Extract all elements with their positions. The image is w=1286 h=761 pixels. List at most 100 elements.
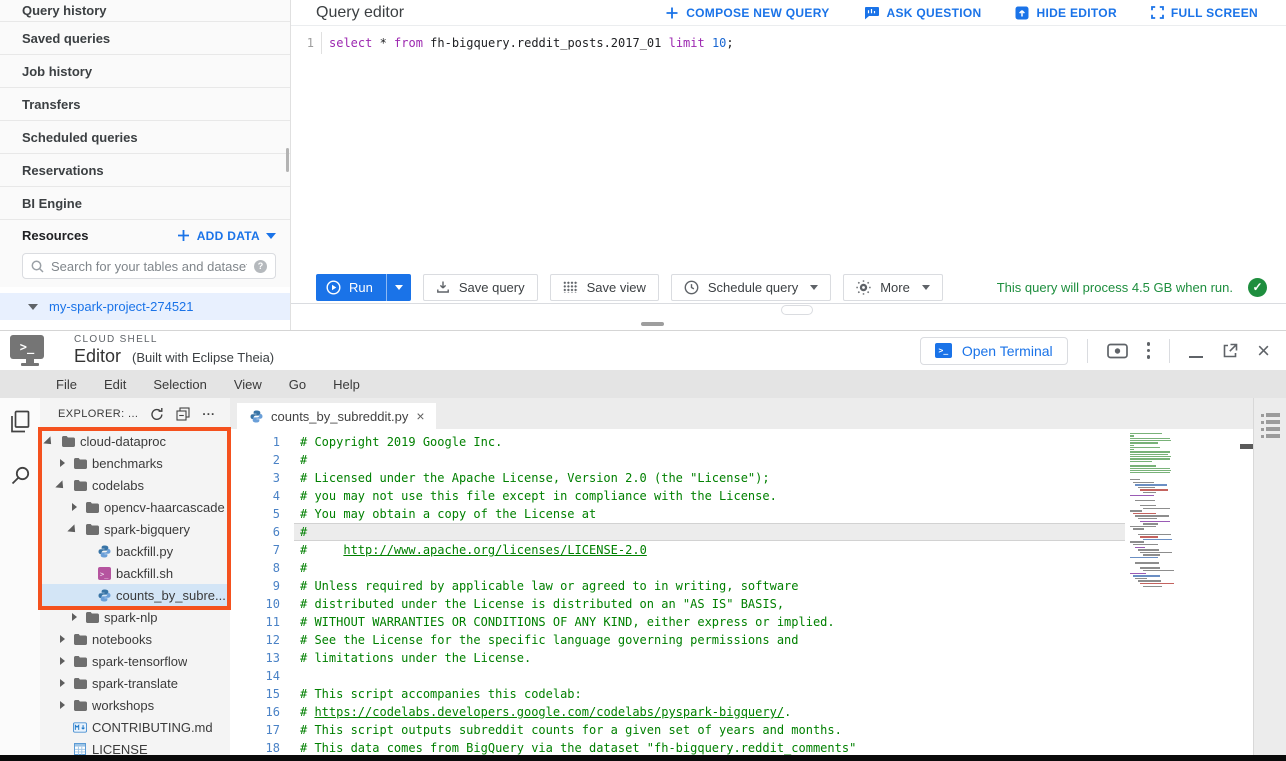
more-actions-icon[interactable]: ... [202,404,215,418]
sidebar-item[interactable]: Saved queries [0,22,290,55]
files-icon[interactable] [9,410,31,439]
code-line[interactable]: 2 # [230,451,1253,469]
code-link[interactable]: https://codelabs.developers.google.com/c… [314,705,784,719]
sidebar-item[interactable]: Transfers [0,88,290,121]
tree-arrow-icon[interactable] [58,722,68,733]
sidebar-item[interactable]: Scheduled queries [0,121,290,154]
editor-scrollbar-thumb[interactable] [1240,444,1253,449]
code-line[interactable]: 5 # You may obtain a copy of the License… [230,505,1253,523]
code-area[interactable]: 1 # Copyright 2019 Google Inc. 2 # 3 # L… [230,429,1253,756]
panel-drag-handle[interactable] [781,305,813,315]
tree-item[interactable]: spark-bigquery [40,518,230,540]
tree-item[interactable]: workshops [40,694,230,716]
tree-item[interactable]: codelabs [40,474,230,496]
tree-item[interactable]: counts_by_subre... [40,584,230,606]
help-icon[interactable]: ? [254,260,267,273]
splitter-drag-handle[interactable] [641,322,664,326]
minimap[interactable] [1128,433,1174,603]
tree-arrow-icon[interactable] [70,612,80,623]
code-line[interactable]: 7 # http://www.apache.org/licenses/LICEN… [230,541,1253,559]
full-screen-button[interactable]: FULL SCREEN [1151,6,1258,20]
code-line[interactable]: 1 # Copyright 2019 Google Inc. [230,433,1253,451]
project-row[interactable]: my-spark-project-274521 [0,293,290,320]
tree-item[interactable]: spark-nlp [40,606,230,628]
code-line[interactable]: 8 # [230,559,1253,577]
project-caret-icon[interactable] [28,304,38,310]
sidebar-scrollbar[interactable] [286,148,289,172]
sidebar-item[interactable]: Query history [0,0,290,22]
code-line[interactable]: 12 # See the License for the specific la… [230,631,1253,649]
tree-item[interactable]: spark-translate [40,672,230,694]
tree-arrow-icon[interactable] [58,744,68,755]
tab-close-icon[interactable]: × [416,409,424,423]
outline-icon[interactable] [1261,413,1280,756]
ask-question-button[interactable]: ASK QUESTION [864,6,982,20]
compose-new-query-button[interactable]: COMPOSE NEW QUERY [665,6,829,20]
sidebar-item[interactable]: Job history [0,55,290,88]
collapse-all-icon[interactable] [176,407,190,421]
menu-item[interactable]: Go [289,377,306,392]
tree-item[interactable]: CONTRIBUTING.md [40,716,230,738]
save-view-button[interactable]: Save view [550,274,659,301]
sidebar-item[interactable]: Reservations [0,154,290,187]
code-line[interactable]: 11 # WITHOUT WARRANTIES OR CONDITIONS OF… [230,613,1253,631]
tree-arrow-icon[interactable] [70,524,80,535]
sidebar-item[interactable]: BI Engine [0,187,290,220]
close-icon[interactable]: × [1257,340,1270,362]
sql-editor-blank-area[interactable] [291,54,1286,271]
minimize-icon[interactable] [1189,344,1203,358]
code-line[interactable]: 17 # This script outputs subreddit count… [230,721,1253,739]
save-query-button[interactable]: Save query [423,274,538,301]
dataset-search-input[interactable] [51,259,247,274]
more-menu-icon[interactable] [1147,342,1151,359]
tree-item[interactable]: backfill.py [40,540,230,562]
tree-arrow-icon[interactable] [58,678,68,689]
more-button[interactable]: More [843,274,943,301]
search-icon[interactable] [10,465,31,491]
tree-arrow-icon[interactable] [70,502,80,513]
open-in-new-window-icon[interactable] [1222,343,1238,359]
code-line[interactable]: 15 # This script accompanies this codela… [230,685,1253,703]
menu-item[interactable]: Selection [153,377,206,392]
code-line[interactable]: 4 # you may not use this file except in … [230,487,1253,505]
code-link[interactable]: http://www.apache.org/licenses/LICENSE-2… [343,543,646,557]
menu-item[interactable]: View [234,377,262,392]
code-line[interactable]: 18 # This data comes from BigQuery via t… [230,739,1253,756]
hide-editor-button[interactable]: HIDE EDITOR [1015,6,1116,20]
editor-tab[interactable]: counts_by_subreddit.py × [237,403,436,429]
run-options-caret[interactable] [386,274,411,301]
menu-item[interactable]: Help [333,377,360,392]
tree-item[interactable]: opencv-haarcascade [40,496,230,518]
tree-arrow-icon[interactable] [82,568,92,579]
sql-editor[interactable]: 1 select * from fh-bigquery.reddit_posts… [291,32,1286,54]
run-button[interactable]: Run [316,274,411,301]
tree-arrow-icon[interactable] [46,436,56,447]
code-line[interactable]: 13 # limitations under the License. [230,649,1253,667]
open-terminal-button[interactable]: >_ Open Terminal [920,337,1068,365]
tree-item[interactable]: cloud-dataproc [40,430,230,452]
tree-arrow-icon[interactable] [58,458,68,469]
web-preview-icon[interactable] [1107,343,1128,359]
add-data-caret-icon[interactable] [266,233,276,239]
tree-item[interactable]: spark-tensorflow [40,650,230,672]
schedule-query-button[interactable]: Schedule query [671,274,831,301]
menu-item[interactable]: Edit [104,377,126,392]
code-line[interactable]: 16 # https://codelabs.developers.google.… [230,703,1253,721]
tree-item[interactable]: >_ backfill.sh [40,562,230,584]
refresh-icon[interactable] [150,407,164,421]
tree-item[interactable]: notebooks [40,628,230,650]
dataset-search-box[interactable]: ? [22,253,276,279]
tree-item[interactable]: LICENSE [40,738,230,756]
code-line[interactable]: 14 [230,667,1253,685]
code-line[interactable]: 3 # Licensed under the Apache License, V… [230,469,1253,487]
tree-arrow-icon[interactable] [82,590,92,601]
code-line[interactable]: 10 # distributed under the License is di… [230,595,1253,613]
tree-arrow-icon[interactable] [58,634,68,645]
code-line[interactable]: 6 # [230,523,1253,541]
tree-item[interactable]: benchmarks [40,452,230,474]
menu-item[interactable]: File [56,377,77,392]
tree-arrow-icon[interactable] [58,656,68,667]
code-line[interactable]: 9 # Unless required by applicable law or… [230,577,1253,595]
add-data-button[interactable]: ADD DATA [177,229,260,243]
tree-arrow-icon[interactable] [58,700,68,711]
